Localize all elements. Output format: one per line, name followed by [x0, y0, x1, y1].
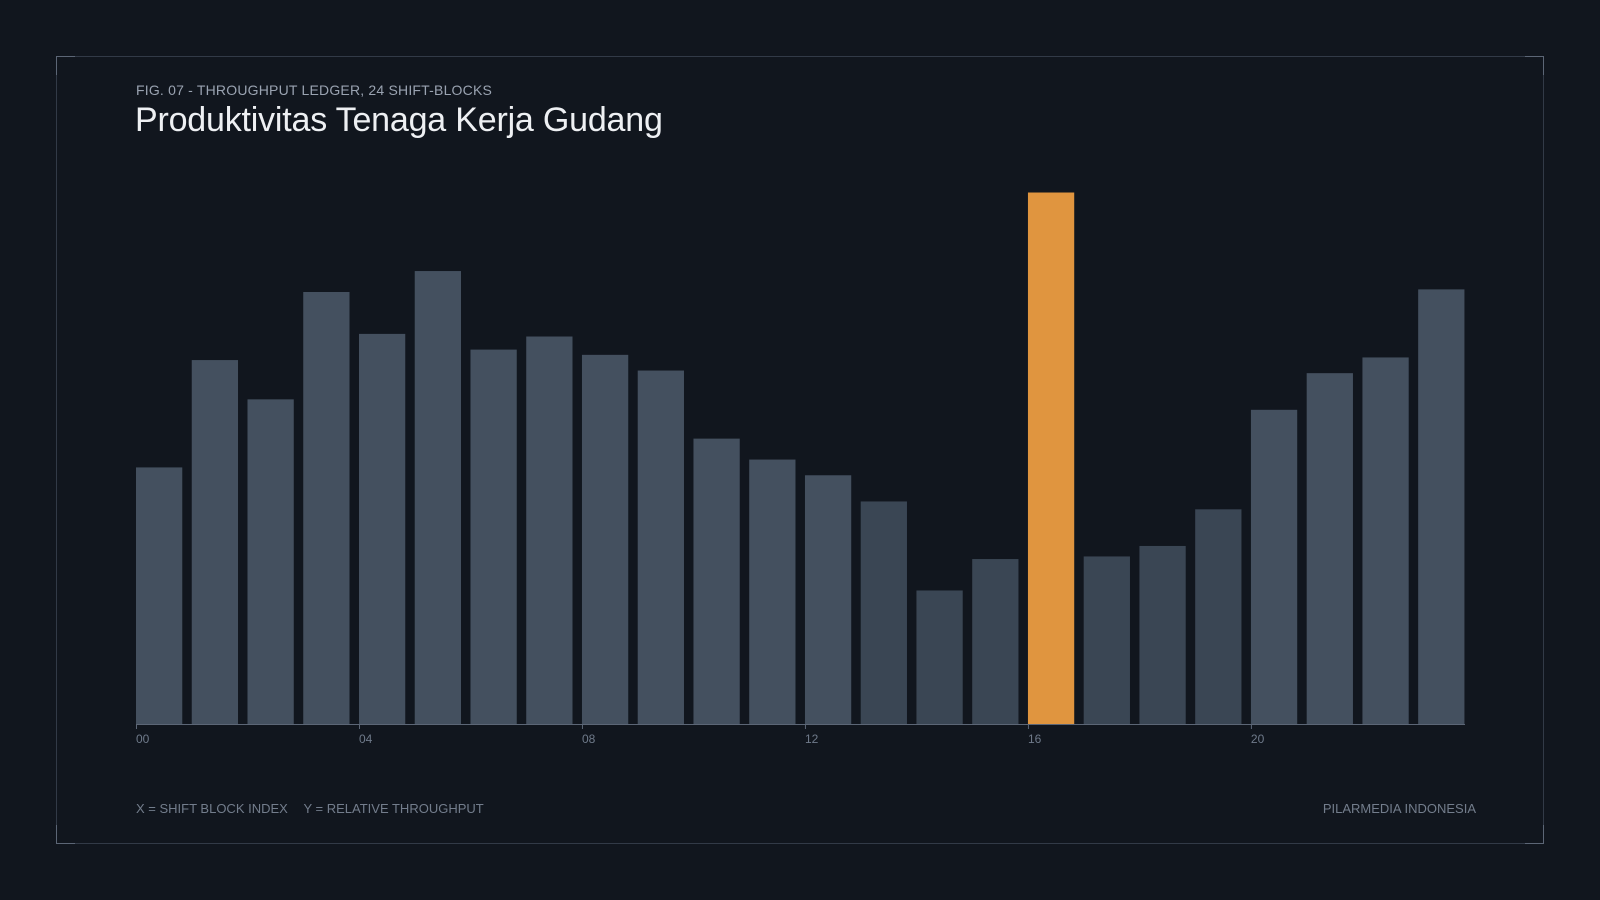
bar — [414, 271, 461, 724]
x-axis-ticks: 00 04 08 12 16 20 — [136, 724, 1265, 746]
bar — [247, 399, 294, 724]
axis-legend: X = SHIFT BLOCK INDEX Y = RELATIVE THROU… — [136, 801, 484, 816]
bar — [526, 336, 573, 724]
bar — [358, 333, 406, 724]
bar — [1306, 373, 1353, 724]
bar — [637, 370, 684, 724]
bar — [1195, 509, 1242, 724]
bar — [693, 438, 740, 724]
bar — [1083, 556, 1130, 724]
bar — [972, 559, 1019, 724]
bar — [1362, 357, 1409, 724]
publisher-credit: PILARMEDIA INDONESIA — [1322, 801, 1476, 816]
x-tick-label: 16 — [1028, 732, 1042, 746]
bar-group — [136, 192, 1465, 724]
bar — [749, 459, 796, 724]
bar — [916, 590, 963, 724]
bar — [191, 360, 239, 724]
x-tick-label: 08 — [582, 732, 596, 746]
bar-highlight — [1027, 192, 1075, 724]
bar-chart: 00 04 08 12 16 20 — [136, 192, 1465, 746]
bar — [581, 354, 629, 724]
x-axis-legend: X = SHIFT BLOCK INDEX — [136, 801, 288, 816]
y-axis-legend: Y = RELATIVE THROUGHPUT — [303, 801, 484, 816]
x-tick-label: 04 — [359, 732, 373, 746]
bar — [136, 467, 183, 724]
bar — [860, 501, 907, 724]
bar — [470, 349, 517, 724]
x-tick-label: 12 — [805, 732, 819, 746]
bar — [303, 292, 350, 724]
bar — [1139, 545, 1186, 724]
bar — [804, 475, 852, 724]
bar — [1250, 409, 1298, 724]
x-tick-label: 00 — [136, 732, 150, 746]
x-tick-label: 20 — [1251, 732, 1265, 746]
bar — [1418, 289, 1465, 724]
